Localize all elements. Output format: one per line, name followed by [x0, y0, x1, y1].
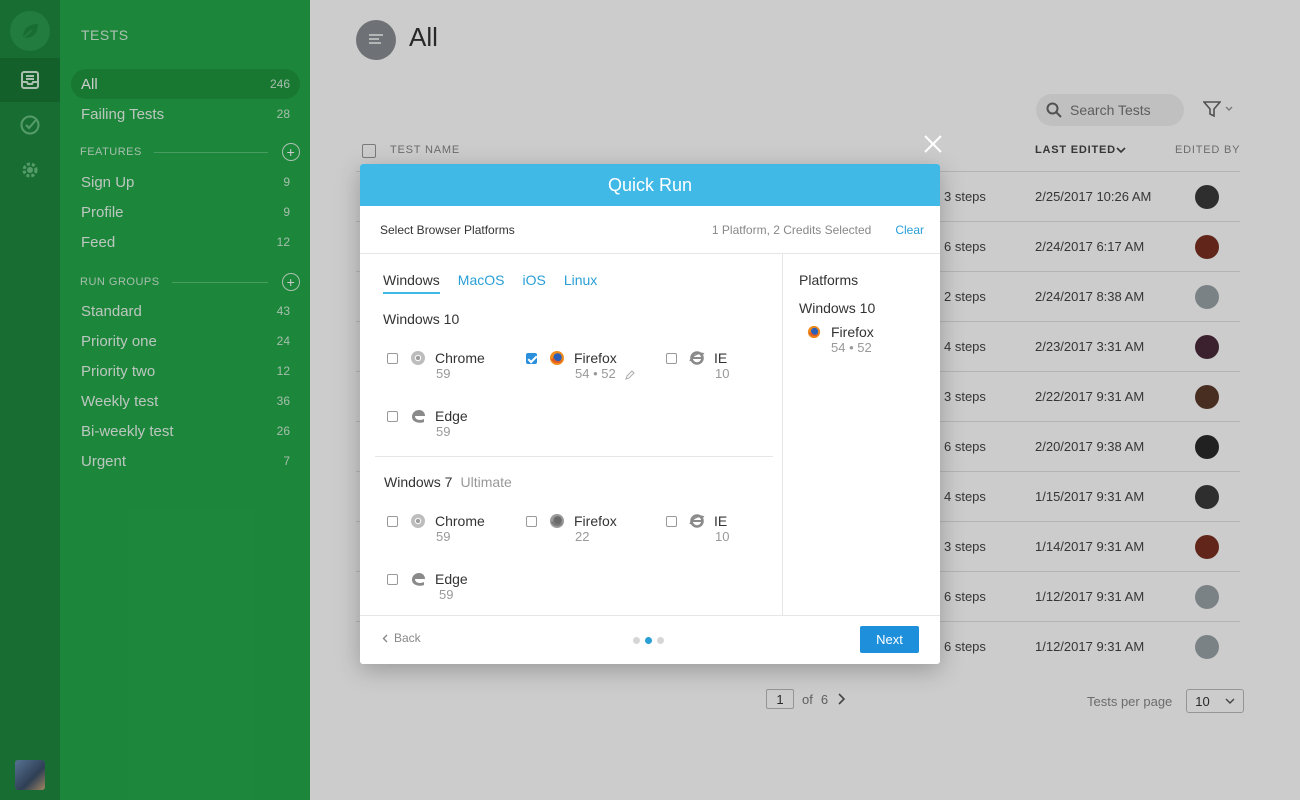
browser-name: Firefox	[574, 513, 617, 529]
selected-os: Windows 10	[799, 300, 876, 316]
browser-version: 59	[436, 366, 451, 381]
browser-name: Edge	[435, 571, 468, 587]
firefox-icon	[550, 351, 564, 365]
close-icon[interactable]	[922, 133, 944, 155]
browser-option-chrome[interactable]: Chrome 59	[387, 513, 507, 553]
browser-name: Chrome	[435, 350, 485, 366]
chrome-icon	[411, 514, 425, 528]
modal-body: Windows MacOS iOS Linux Windows 10 Chrom…	[360, 254, 940, 615]
tab-windows[interactable]: Windows	[383, 272, 440, 294]
selected-browser-version: 54 • 52	[831, 340, 872, 355]
tab-linux[interactable]: Linux	[564, 272, 597, 294]
edit-pencil-icon[interactable]	[625, 369, 636, 380]
browser-checkbox[interactable]	[526, 353, 537, 364]
next-button[interactable]: Next	[860, 626, 919, 653]
chrome-icon	[411, 351, 425, 365]
browser-option-edge[interactable]: Edge 59	[387, 571, 507, 611]
browser-name: Edge	[435, 408, 468, 424]
browser-version: 59	[436, 529, 451, 544]
browser-checkbox[interactable]	[387, 353, 398, 364]
browser-version: 59	[436, 424, 451, 439]
browser-checkbox[interactable]	[526, 516, 537, 527]
os-group-title: Windows 7 Ultimate	[384, 474, 512, 490]
browser-version: 10	[715, 529, 730, 544]
browser-version: 10	[715, 366, 730, 381]
step-dot	[657, 637, 664, 644]
chevron-left-icon	[382, 634, 388, 642]
os-group-divider	[375, 456, 773, 457]
app: TESTS All 246 Failing Tests 28 FEATURES …	[0, 0, 1300, 800]
back-label: Back	[394, 631, 421, 645]
selected-browser[interactable]: Firefox 54 • 52	[799, 324, 924, 355]
platforms-title: Platforms	[799, 272, 859, 288]
browser-option-ie[interactable]: IE 10	[666, 350, 786, 390]
edge-icon	[412, 410, 425, 423]
browser-version: 59	[439, 587, 454, 602]
step-indicator	[633, 637, 664, 644]
browser-option-firefox[interactable]: Firefox 54 • 52	[526, 350, 646, 390]
selected-browser-name: Firefox	[831, 324, 874, 340]
browser-name: Firefox	[574, 350, 617, 366]
selected-platforms-pane: Platforms Windows 10 Firefox 54 • 52	[783, 254, 940, 615]
clear-button[interactable]: Clear	[895, 223, 924, 237]
select-platforms-label: Select Browser Platforms	[380, 222, 515, 237]
os-tabs: Windows MacOS iOS Linux	[383, 272, 597, 294]
browser-selection-pane: Windows MacOS iOS Linux Windows 10 Chrom…	[360, 254, 783, 615]
browser-name: Chrome	[435, 513, 485, 529]
browser-version: 22	[575, 529, 590, 544]
selection-bar: Select Browser Platforms 1 Platform, 2 C…	[360, 206, 940, 254]
step-dot-active	[645, 637, 652, 644]
modal-title: Quick Run	[360, 164, 940, 206]
tab-ios[interactable]: iOS	[522, 272, 545, 294]
firefox-icon	[807, 325, 821, 339]
browser-name: IE	[714, 350, 728, 366]
browser-checkbox[interactable]	[387, 411, 398, 422]
back-button[interactable]: Back	[382, 631, 421, 645]
tab-macos[interactable]: MacOS	[458, 272, 505, 294]
step-dot	[633, 637, 640, 644]
os-name: Windows 10	[383, 311, 460, 327]
browser-option-chrome[interactable]: Chrome 59	[387, 350, 507, 390]
browser-option-edge[interactable]: Edge 59	[387, 408, 507, 448]
ie-icon	[689, 351, 705, 365]
modal-footer: Back Next	[360, 615, 940, 664]
browser-checkbox[interactable]	[666, 353, 677, 364]
firefox-icon	[550, 514, 564, 528]
browser-checkbox[interactable]	[387, 516, 398, 527]
os-name: Windows 7	[384, 474, 453, 490]
quick-run-modal: Quick Run Select Browser Platforms 1 Pla…	[360, 164, 940, 664]
browser-name: IE	[714, 513, 728, 529]
browser-version: 54 • 52	[575, 366, 636, 381]
browser-option-firefox[interactable]: Firefox 22	[526, 513, 646, 553]
ie-icon	[689, 514, 705, 528]
browser-checkbox[interactable]	[387, 574, 398, 585]
browser-checkbox[interactable]	[666, 516, 677, 527]
selection-summary: 1 Platform, 2 Credits Selected	[711, 222, 872, 237]
browser-option-ie[interactable]: IE 10	[666, 513, 786, 553]
os-edition: Ultimate	[460, 474, 512, 490]
os-group-title: Windows 10	[383, 311, 459, 327]
edge-icon	[412, 573, 425, 586]
